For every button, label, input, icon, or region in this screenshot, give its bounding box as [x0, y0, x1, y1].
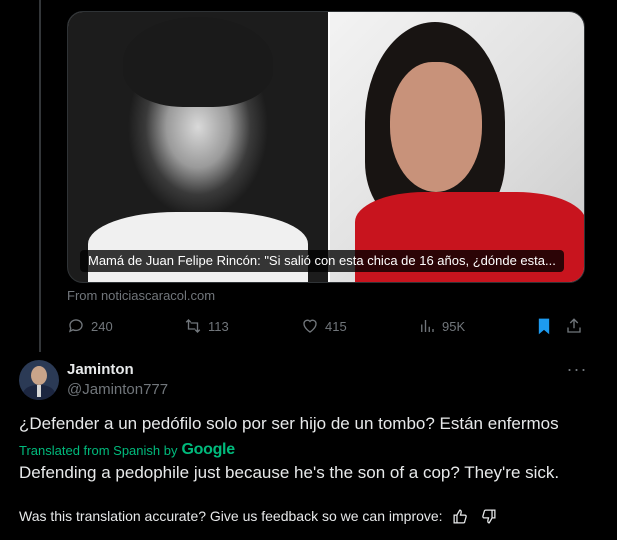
views-icon	[421, 320, 434, 332]
feedback-prompt: Was this translation accurate? Give us f…	[19, 508, 443, 524]
photo-right-face	[390, 62, 482, 192]
repost-count: 113	[208, 318, 229, 334]
google-logo: Google	[181, 441, 235, 458]
photo-right	[330, 12, 584, 282]
link-source[interactable]: From noticiascaracol.com	[67, 288, 215, 303]
avatar-tie	[37, 385, 41, 397]
reply-icon	[68, 319, 83, 333]
repost-icon	[185, 319, 201, 333]
share-button[interactable]	[565, 315, 583, 337]
bookmark-button[interactable]	[535, 315, 553, 337]
share-icon	[567, 318, 581, 333]
display-name[interactable]: Jaminton	[67, 361, 134, 378]
translation-feedback: Was this translation accurate? Give us f…	[19, 506, 499, 526]
views-count: 95K	[442, 318, 466, 334]
reply-button[interactable]: 240	[67, 315, 113, 337]
views-button[interactable]: 95K	[418, 315, 465, 337]
photo-left-hair	[123, 17, 273, 107]
link-card-caption: Mamá de Juan Felipe Rincón: "Si salió co…	[80, 250, 564, 272]
action-bar: 240 113 415 95K	[67, 315, 585, 337]
thumbs-up-icon	[453, 508, 467, 524]
thread-line	[39, 0, 41, 352]
photo-left-shirt	[88, 212, 308, 282]
avatar-head	[31, 366, 47, 385]
user-handle[interactable]: @Jaminton777	[67, 381, 168, 398]
more-icon[interactable]: ···	[567, 359, 587, 379]
thumbs-up-button[interactable]	[451, 506, 471, 526]
translation-text: Defending a pedophile just because he's …	[19, 463, 560, 482]
reply-count: 240	[91, 318, 113, 334]
link-card-image[interactable]: Mamá de Juan Felipe Rincón: "Si salió co…	[67, 11, 585, 283]
thumbs-down-button[interactable]	[479, 506, 499, 526]
tweet-text: ¿Defender a un pedófilo solo por ser hij…	[19, 414, 559, 433]
photo-left	[68, 12, 328, 282]
heart-icon	[303, 319, 317, 333]
avatar[interactable]	[19, 360, 59, 400]
like-button[interactable]: 415	[301, 315, 347, 337]
translation-attribution: Translated from Spanish by Google	[19, 441, 235, 459]
translated-label: Translated from Spanish by	[19, 442, 178, 458]
repost-button[interactable]: 113	[184, 315, 229, 337]
thumbs-down-icon	[482, 508, 496, 524]
like-count: 415	[325, 318, 347, 334]
bookmark-icon	[538, 318, 550, 335]
